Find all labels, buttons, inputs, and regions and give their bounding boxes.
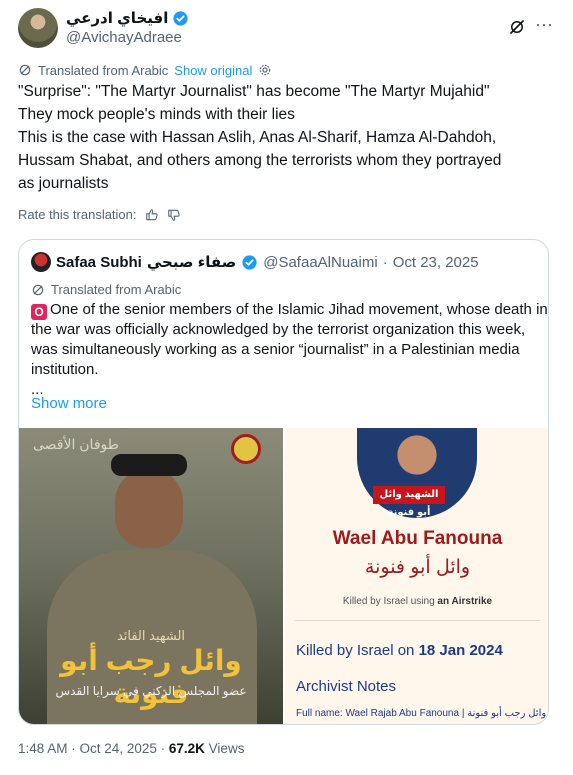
show-more-link[interactable]: Show more (31, 395, 107, 412)
archivist-notes-heading: Archivist Notes (296, 678, 397, 695)
portrait-ribbon: الشهيد وائل أبو فنونة (373, 486, 445, 518)
tweet-text: "Surprise": "The Martyr Journalist" has … (18, 80, 548, 195)
organization-logo (231, 434, 261, 464)
settings-gear-icon[interactable] (258, 63, 272, 77)
translate-icon (19, 64, 31, 76)
poster-subtitle: عضو المجلس الركني في سرايا القدس (55, 684, 247, 698)
tweet-text-line: This is the case with Hassan Aslih, Anas… (18, 129, 497, 146)
thumbs-down-icon[interactable] (167, 208, 181, 222)
translate-icon (32, 284, 44, 295)
quoted-tweet[interactable]: Safaa Subhi صفاء صبحي @SafaaAlNuaimi · O… (18, 239, 549, 725)
quote-header: Safaa Subhi صفاء صبحي @SafaaAlNuaimi · O… (31, 252, 479, 272)
footer-separator: · (160, 741, 169, 756)
tweet-text-line: Hussam Shabat, and others among the terr… (18, 152, 502, 169)
quote-separator: · (382, 253, 388, 271)
quote-text-line: O One of the senior members of the Islami… (31, 300, 548, 320)
card-name-arabic: وائل أبو فنونة (364, 557, 471, 578)
card-divider (295, 620, 540, 621)
tweet-text-line: "Surprise": "The Martyr Journalist" has … (18, 83, 490, 100)
quote-author-handle[interactable]: @SafaaAlNuaimi (263, 254, 377, 271)
quote-author-name[interactable]: Safaa Subhi (56, 254, 142, 271)
verified-badge-icon (173, 10, 188, 26)
killed-date-value: 18 Jan 2024 (418, 642, 503, 659)
quote-text-line: the war was officially acknowledged by t… (31, 321, 526, 338)
more-options-icon[interactable]: ··· (534, 15, 554, 36)
quote-text-line: institution. (31, 361, 99, 378)
tweet-footer: 1:48 AM · Oct 24, 2025 · 67.2K Views (18, 741, 244, 756)
killed-method-prefix: Killed by Israel using (342, 596, 435, 607)
grok-icon[interactable] (508, 18, 526, 36)
red-o-badge-icon: O (31, 304, 47, 320)
killed-date: Killed by Israel on 18 Jan 2024 (296, 642, 503, 659)
views-count: 67.2K (168, 741, 205, 756)
quote-author-name-arabic[interactable]: صفاء صبحي (147, 253, 236, 271)
martyr-poster-image[interactable]: طوفان الأقصى الشهيد القائد وائل رجب أبو … (19, 428, 283, 724)
killed-date-prefix: Killed by Israel on (296, 642, 415, 659)
quote-text: O One of the senior members of the Islami… (31, 300, 548, 400)
quote-translation-notice: Translated from Arabic (31, 282, 181, 297)
rate-translation: Rate this translation: (18, 207, 181, 222)
quote-date[interactable]: Oct 23, 2025 (393, 254, 479, 271)
translated-from-label: Translated from Arabic (38, 62, 169, 78)
show-original-link[interactable]: Show original (174, 63, 252, 78)
killed-method-value: an Airstrike (437, 596, 493, 607)
quote-text-line: was simultaneously working as a senior “… (31, 341, 520, 358)
author-avatar[interactable] (18, 8, 58, 48)
full-name-line: Full name: Wael Rajab Abu Fanouna | وائل… (296, 708, 547, 719)
poster-name: وائل رجب أبو فنونة (60, 645, 242, 709)
footer-separator: · (71, 741, 80, 756)
author-display-name[interactable]: افيخاي ادرعي (66, 9, 168, 27)
killed-method: Killed by Israel using an Airstrike (285, 596, 548, 607)
quote-text-first: One of the senior members of the Islamic… (50, 301, 548, 318)
tweet-date[interactable]: Oct 24, 2025 (80, 741, 157, 756)
tweet-header: افيخاي ادرعي @AvichayAdraee ··· (18, 8, 555, 48)
poster-title: الشهيد القائد (116, 628, 186, 643)
verified-badge-icon (242, 254, 257, 270)
tweet-time[interactable]: 1:48 AM (18, 741, 68, 756)
author-handle[interactable]: @AvichayAdraee (66, 29, 182, 46)
thumbs-up-icon[interactable] (145, 208, 159, 222)
quote-author-avatar[interactable] (31, 252, 51, 272)
archive-card-image[interactable]: الشهيد وائل أبو فنونة Wael Abu Fanouna و… (285, 428, 548, 724)
poster-calligraphy: طوفان الأقصى (33, 436, 119, 452)
translation-notice: Translated from Arabic Show original (18, 62, 272, 78)
quote-translated-label: Translated from Arabic (51, 282, 182, 297)
views-label: Views (208, 741, 245, 756)
figure-head (115, 468, 183, 548)
figure-headband (111, 454, 187, 476)
tweet-text-line: as journalists (18, 175, 109, 192)
author-name-row[interactable]: افيخاي ادرعي (66, 9, 189, 27)
quote-text-ellipsis: ... (31, 381, 44, 398)
rate-translation-label: Rate this translation: (18, 207, 137, 222)
card-name-english: Wael Abu Fanouna (332, 528, 503, 549)
tweet-text-line: They mock people's minds with their lies (18, 106, 295, 123)
